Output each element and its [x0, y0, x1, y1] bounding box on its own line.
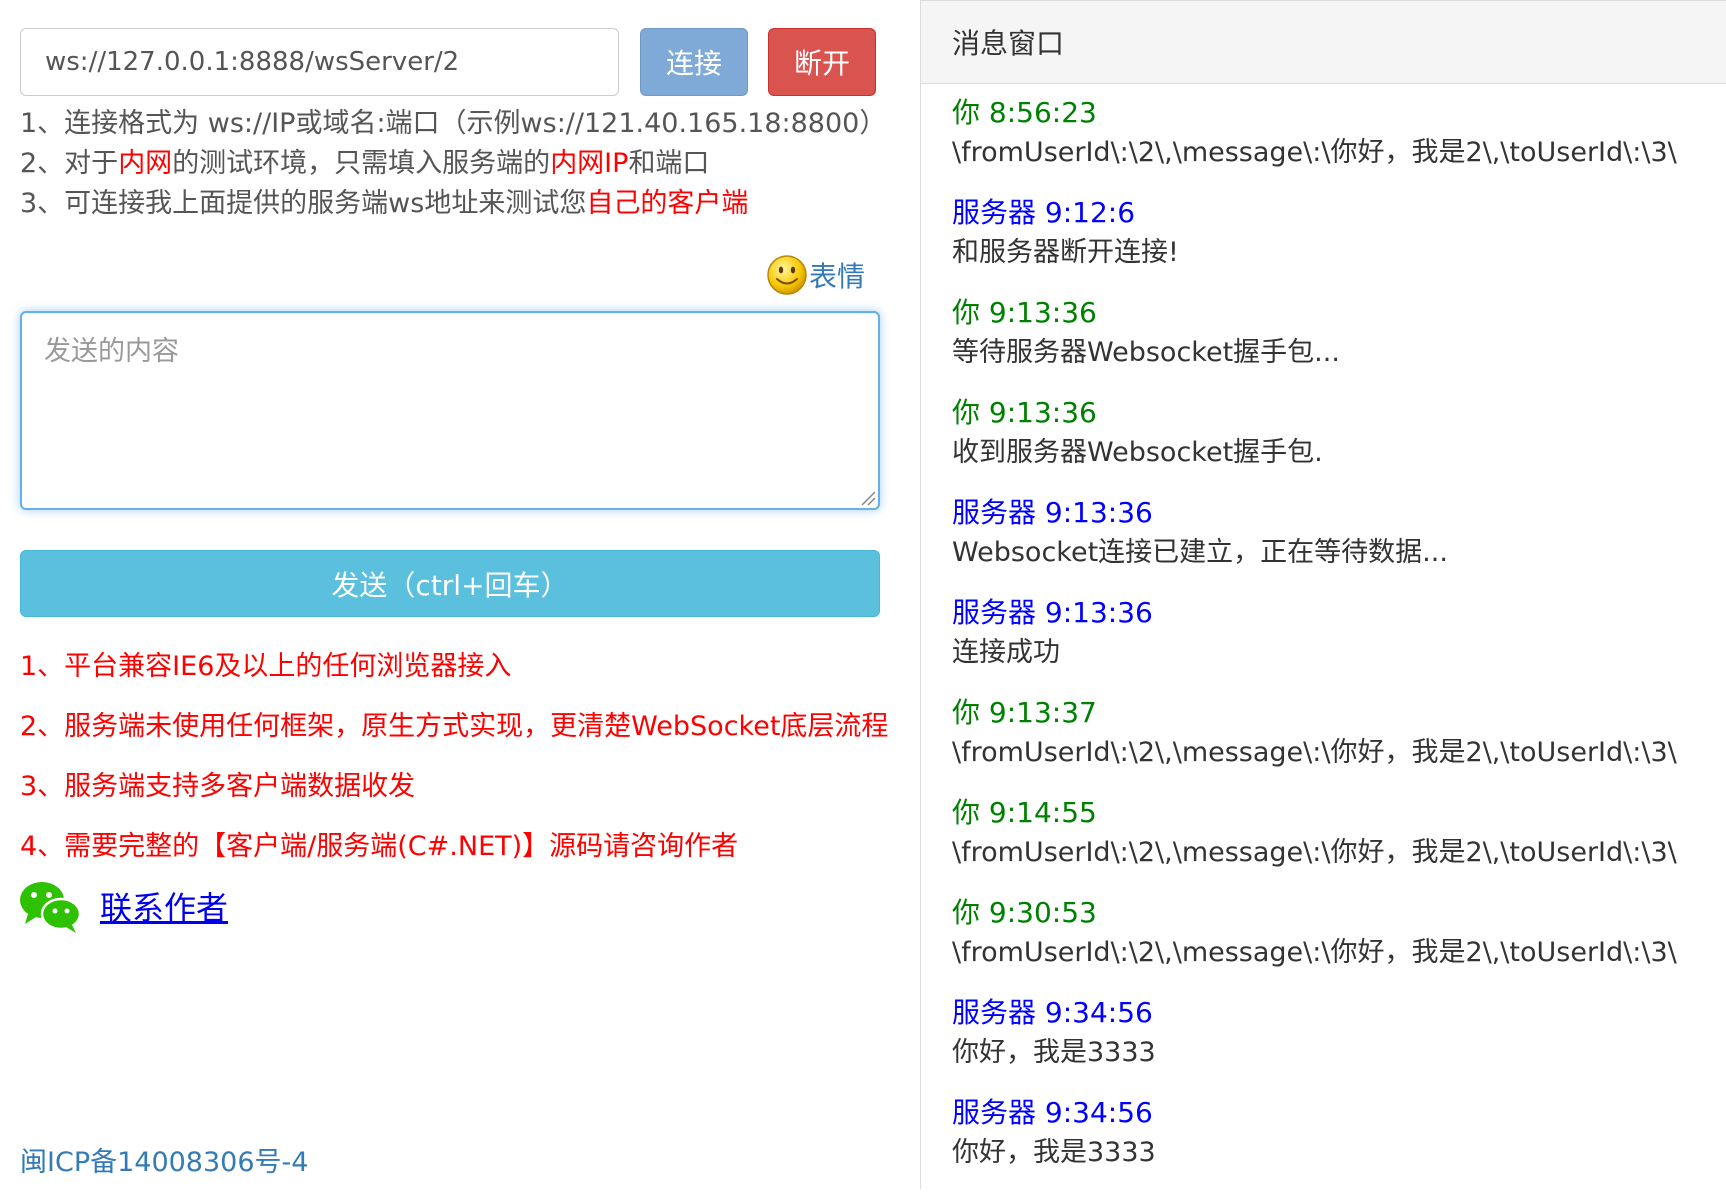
message-text: \fromUserId\:\2\,\message\:\你好，我是2\,\toU…: [952, 137, 1677, 168]
message-item: 你 9:30:53 \fromUserId\:\2\,\message\:\你好…: [952, 894, 1722, 994]
message-sender: 你: [952, 796, 981, 829]
message-text: \fromUserId\:\2\,\message\:\你好，我是2\,\toU…: [952, 837, 1677, 868]
wechat-icon: [20, 882, 82, 933]
server-url-input[interactable]: [20, 28, 619, 96]
disconnect-button[interactable]: 断开: [768, 28, 876, 96]
feature-list: 1、平台兼容IE6及以上的任何浏览器接入 2、服务端未使用任何框架，原生方式实现…: [20, 645, 888, 885]
message-content-input[interactable]: [20, 311, 880, 510]
message-sender: 你: [952, 696, 981, 729]
message-sender: 服务器: [952, 496, 1037, 529]
feature-item: 1、平台兼容IE6及以上的任何浏览器接入: [20, 651, 512, 682]
message-item: 服务器 9:13:36 连接成功: [952, 594, 1722, 694]
message-text: Websocket连接已建立，正在等待数据...: [952, 537, 1448, 568]
resize-handle-icon[interactable]: [858, 488, 876, 506]
message-time: 9:13:36: [1044, 496, 1153, 529]
message-time: 9:30:53: [988, 896, 1097, 929]
message-header: 服务器 9:13:36: [952, 494, 1722, 532]
message-item: 服务器 9:12:6 和服务器断开连接!: [952, 194, 1722, 294]
emoji-button[interactable]: 表情: [766, 252, 865, 298]
tip-highlight: 内网IP: [550, 148, 629, 179]
message-header: 你 9:13:36: [952, 294, 1722, 332]
message-header: 服务器 9:13:36: [952, 594, 1722, 632]
message-time: 9:13:37: [988, 696, 1097, 729]
message-sender: 你: [952, 296, 981, 329]
message-header: 你 9:13:37: [952, 694, 1722, 732]
feature-item: 4、需要完整的【客户端/服务端(C#.NET)】源码请咨询作者: [20, 831, 739, 862]
message-window-title: 消息窗口: [921, 0, 1726, 84]
message-sender: 服务器: [952, 596, 1037, 629]
tip-line-2: 2、对于内网的测试环境，只需填入服务端的内网IP和端口: [20, 144, 886, 184]
emoji-label: 表情: [809, 260, 866, 293]
message-header: 你 9:13:36: [952, 394, 1722, 432]
tip-line-3: 3、可连接我上面提供的服务端ws地址来测试您自己的客户端: [20, 184, 886, 224]
message-time: 9:13:36: [988, 296, 1097, 329]
message-text: 你好，我是3333: [952, 1037, 1156, 1068]
message-time: 9:14:55: [988, 796, 1097, 829]
tip-highlight: 自己的客户端: [586, 188, 749, 219]
message-item: 你 9:13:37 \fromUserId\:\2\,\message\:\你好…: [952, 694, 1722, 794]
icp-footer-link[interactable]: 闽ICP备14008306号-4: [20, 1140, 308, 1179]
contact-author: 联系作者: [18, 878, 228, 934]
connect-button[interactable]: 连接: [640, 28, 748, 96]
message-list: 你 8:56:23 \fromUserId\:\2\,\message\:\你好…: [952, 94, 1722, 1194]
tip-text: 和端口: [628, 148, 710, 179]
message-header: 服务器 9:12:6: [952, 194, 1722, 232]
message-sender: 你: [952, 96, 981, 129]
message-text: 和服务器断开连接!: [952, 237, 1179, 268]
tip-highlight: 内网: [118, 148, 173, 179]
message-header: 服务器 9:34:56: [952, 1094, 1722, 1132]
feature-item: 2、服务端未使用任何框架，原生方式实现，更清楚WebSocket底层流程: [20, 711, 889, 742]
message-header: 服务器 9:34:56: [952, 994, 1722, 1032]
feature-item: 3、服务端支持多客户端数据收发: [20, 771, 416, 802]
message-header: 你 9:14:55: [952, 794, 1722, 832]
message-sender: 服务器: [952, 196, 1037, 229]
tip-text: 3、可连接我上面提供的服务端ws地址来测试您: [20, 188, 587, 219]
message-sender: 服务器: [952, 1096, 1037, 1129]
message-header: 你 9:30:53: [952, 894, 1722, 932]
tip-line-1: 1、连接格式为 ws://IP或域名:端口（示例ws://121.40.165.…: [20, 108, 887, 139]
message-item: 服务器 9:34:56 你好，我是3333: [952, 1094, 1722, 1194]
message-sender: 服务器: [952, 996, 1037, 1029]
message-time: 8:56:23: [988, 96, 1097, 129]
message-item: 服务器 9:34:56 你好，我是3333: [952, 994, 1722, 1094]
message-sender: 你: [952, 396, 981, 429]
message-time: 9:34:56: [1044, 996, 1153, 1029]
contact-author-link[interactable]: 联系作者: [100, 883, 228, 929]
message-time: 9:34:56: [1044, 1096, 1153, 1129]
message-header: 你 8:56:23: [952, 94, 1722, 132]
message-text: 连接成功: [952, 637, 1060, 668]
send-button[interactable]: 发送（ctrl+回车）: [20, 550, 880, 617]
message-item: 你 9:14:55 \fromUserId\:\2\,\message\:\你好…: [952, 794, 1722, 894]
message-text: \fromUserId\:\2\,\message\:\你好，我是2\,\toU…: [952, 937, 1677, 968]
message-text: 你好，我是3333: [952, 1137, 1156, 1168]
message-time: 9:12:6: [1044, 196, 1136, 229]
message-time: 9:13:36: [988, 396, 1097, 429]
message-item: 你 8:56:23 \fromUserId\:\2\,\message\:\你好…: [952, 94, 1722, 194]
message-text: 等待服务器Websocket握手包...: [952, 337, 1340, 368]
message-item: 你 9:13:36 等待服务器Websocket握手包...: [952, 294, 1722, 394]
message-sender: 你: [952, 896, 981, 929]
tip-text: 2、对于: [20, 148, 119, 179]
message-item: 你 9:13:36 收到服务器Websocket握手包.: [952, 394, 1722, 494]
tip-text: 的测试环境，只需填入服务端的: [172, 148, 551, 179]
message-item: 服务器 9:13:36 Websocket连接已建立，正在等待数据...: [952, 494, 1722, 594]
message-text: 收到服务器Websocket握手包.: [952, 437, 1323, 468]
connection-tips: 1、连接格式为 ws://IP或域名:端口（示例ws://121.40.165.…: [20, 104, 886, 224]
chat-client-panel: 连接 断开 1、连接格式为 ws://IP或域名:端口（示例ws://121.4…: [0, 0, 905, 1189]
message-time: 9:13:36: [1044, 596, 1153, 629]
message-text: \fromUserId\:\2\,\message\:\你好，我是2\,\toU…: [952, 737, 1677, 768]
message-window: 消息窗口 你 8:56:23 \fromUserId\:\2\,\message…: [920, 0, 1726, 1189]
smiley-face-icon: [767, 255, 807, 295]
